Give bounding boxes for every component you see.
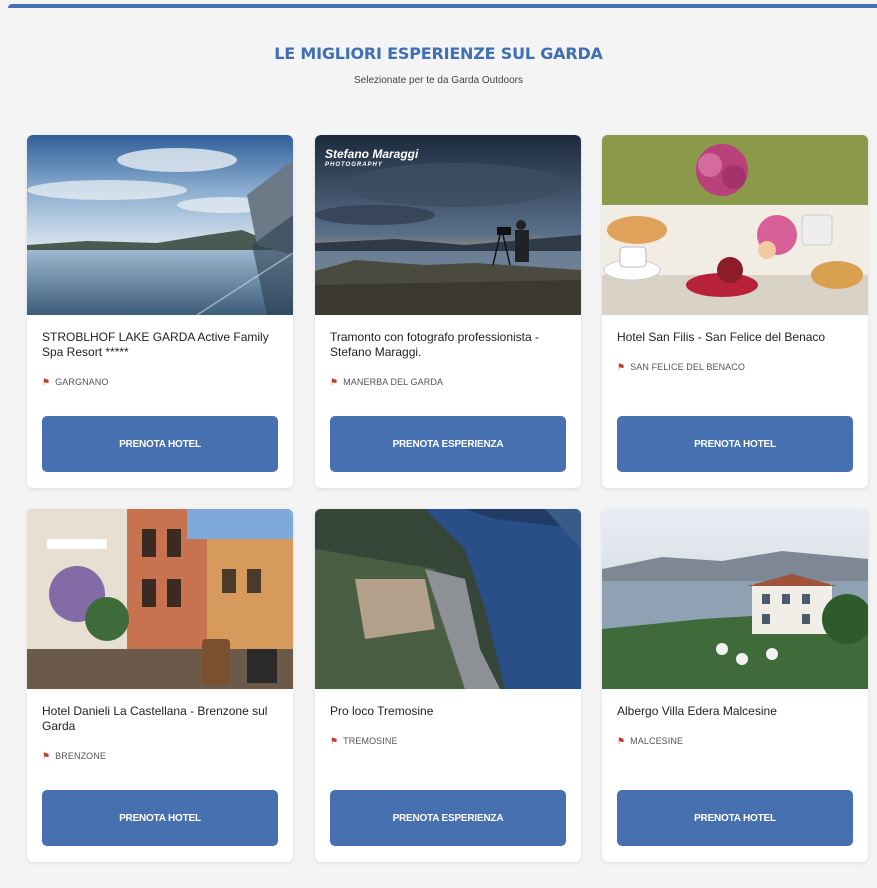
card-location: ⚑ SAN FELICE DEL BENACO bbox=[617, 362, 745, 373]
location-pin-icon: ⚑ bbox=[617, 736, 626, 746]
card-title[interactable]: STROBLHOF LAKE GARDA Active Family Spa R… bbox=[42, 330, 282, 360]
card-location-text: SAN FELICE DEL BENACO bbox=[630, 362, 745, 372]
location-pin-icon: ⚑ bbox=[42, 377, 51, 387]
card-location-text: TREMOSINE bbox=[343, 736, 398, 746]
card-title[interactable]: Tramonto con fotografo professionista - … bbox=[330, 330, 570, 360]
experience-card[interactable]: Stefano Maraggi PHOTOGRAPHY Tramonto con … bbox=[315, 135, 581, 488]
card-location: ⚑ TREMOSINE bbox=[330, 736, 398, 747]
book-experience-button[interactable]: PRENOTA ESPERIENZA bbox=[330, 416, 566, 472]
card-location-text: MALCESINE bbox=[630, 736, 684, 746]
photographer-watermark: Stefano Maraggi PHOTOGRAPHY bbox=[325, 147, 418, 168]
location-pin-icon: ⚑ bbox=[330, 736, 339, 746]
card-image-villa-lakeside[interactable] bbox=[602, 509, 868, 689]
experience-card[interactable]: STROBLHOF LAKE GARDA Active Family Spa R… bbox=[27, 135, 293, 488]
section-title: LE MIGLIORI ESPERIENZE SUL GARDA bbox=[274, 44, 603, 63]
section-subtitle: Selezionate per te da Garda Outdoors bbox=[354, 75, 523, 86]
card-location: ⚑ MALCESINE bbox=[617, 736, 683, 747]
card-title[interactable]: Albergo Villa Edera Malcesine bbox=[617, 704, 857, 719]
book-hotel-button[interactable]: PRENOTA HOTEL bbox=[617, 416, 853, 472]
book-experience-button[interactable]: PRENOTA ESPERIENZA bbox=[330, 790, 566, 846]
card-image-photographer-sunset[interactable]: Stefano Maraggi PHOTOGRAPHY bbox=[315, 135, 581, 315]
card-location: ⚑ MANERBA DEL GARDA bbox=[330, 377, 443, 388]
card-location: ⚑ GARGNANO bbox=[42, 377, 108, 388]
card-image-breakfast[interactable] bbox=[602, 135, 868, 315]
experience-card[interactable]: Pro loco Tremosine ⚑ TREMOSINE PRENOTA ES… bbox=[315, 509, 581, 862]
card-location-text: GARGNANO bbox=[55, 377, 109, 387]
experience-card[interactable]: Albergo Villa Edera Malcesine ⚑ MALCESINE… bbox=[602, 509, 868, 862]
card-location: ⚑ BRENZONE bbox=[42, 751, 106, 762]
watermark-subtext: PHOTOGRAPHY bbox=[325, 162, 383, 168]
card-title[interactable]: Hotel Danieli La Castellana - Brenzone s… bbox=[42, 704, 282, 734]
card-image-hotel-facade[interactable] bbox=[27, 509, 293, 689]
watermark-text: Stefano Maraggi bbox=[325, 147, 419, 161]
book-hotel-button[interactable]: PRENOTA HOTEL bbox=[42, 790, 278, 846]
experience-card[interactable]: Hotel San Filis - San Felice del Benaco … bbox=[602, 135, 868, 488]
card-title[interactable]: Hotel San Filis - San Felice del Benaco bbox=[617, 330, 857, 345]
card-image-aerial-cliff[interactable] bbox=[315, 509, 581, 689]
section-header: LE MIGLIORI ESPERIENZE SUL GARDA Selezio… bbox=[0, 44, 877, 86]
experience-card[interactable]: Hotel Danieli La Castellana - Brenzone s… bbox=[27, 509, 293, 862]
card-location-text: BRENZONE bbox=[55, 751, 106, 761]
location-pin-icon: ⚑ bbox=[42, 751, 51, 761]
location-pin-icon: ⚑ bbox=[617, 362, 626, 372]
book-hotel-button[interactable]: PRENOTA HOTEL bbox=[617, 790, 853, 846]
card-title[interactable]: Pro loco Tremosine bbox=[330, 704, 570, 719]
location-pin-icon: ⚑ bbox=[330, 377, 339, 387]
top-accent-bar bbox=[8, 4, 877, 8]
card-location-text: MANERBA DEL GARDA bbox=[343, 377, 444, 387]
book-hotel-button[interactable]: PRENOTA HOTEL bbox=[42, 416, 278, 472]
card-image-infinity-pool[interactable] bbox=[27, 135, 293, 315]
